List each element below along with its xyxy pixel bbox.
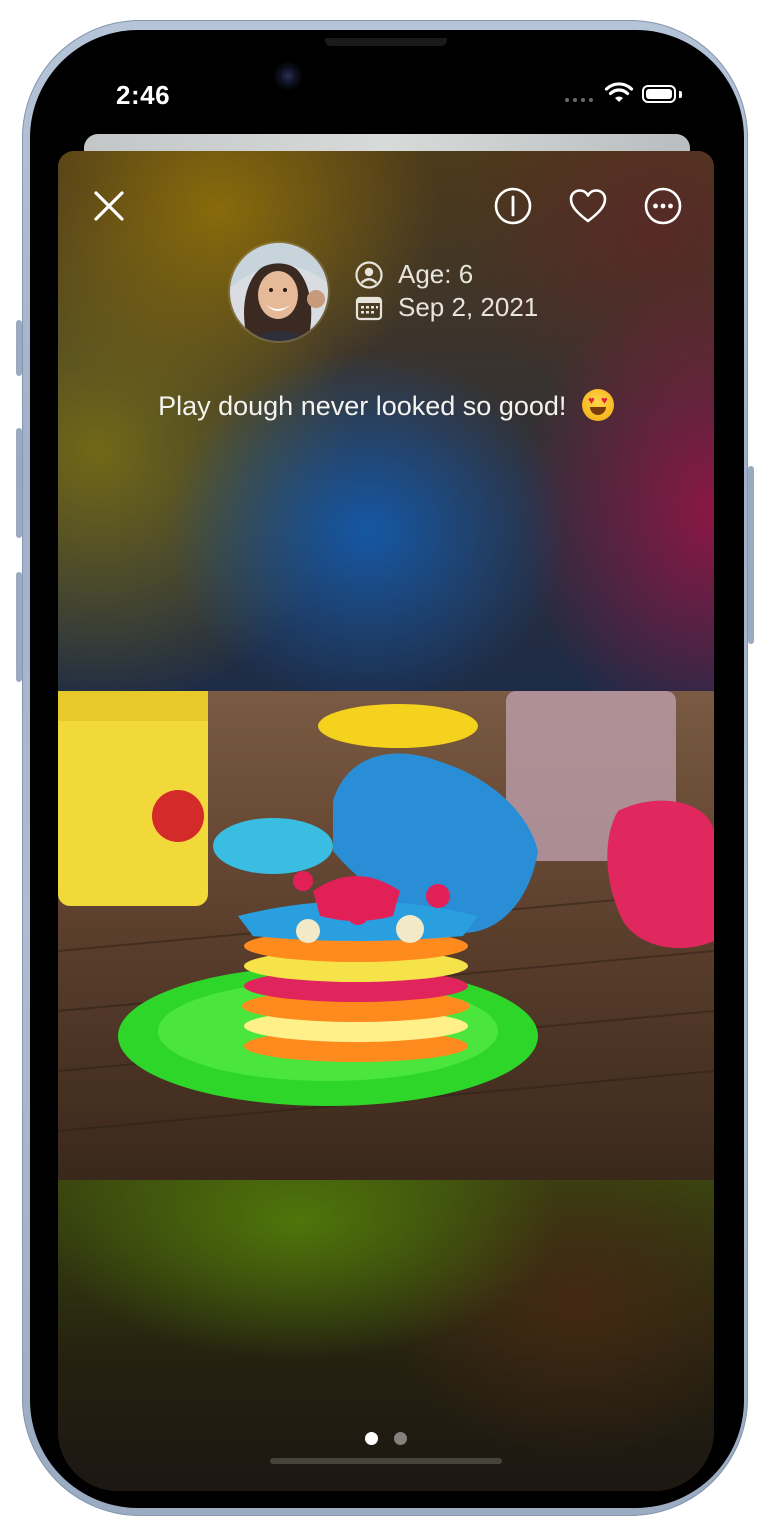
heart-icon (569, 189, 607, 223)
cellular-signal-icon (565, 98, 593, 102)
more-options-icon (644, 187, 682, 225)
age-label: Age: 6 (398, 259, 474, 289)
more-options-button[interactable] (642, 185, 684, 227)
volume-down-button (16, 572, 22, 682)
post-caption: Play dough never looked so good! ♥ ♥ (58, 389, 714, 422)
person-icon (354, 260, 384, 290)
info-button[interactable] (492, 185, 534, 227)
page-dot-2[interactable] (394, 1432, 407, 1445)
close-icon (94, 191, 124, 221)
page-indicator[interactable] (58, 1432, 714, 1445)
volume-up-button (16, 428, 22, 538)
action-button (16, 320, 22, 376)
wifi-icon (604, 82, 634, 109)
child-avatar (230, 243, 328, 341)
age-row: Age: 6 (354, 259, 473, 290)
side-power-button (748, 466, 754, 644)
info-icon (494, 187, 532, 225)
caption-text: Play dough never looked so good! (158, 391, 567, 421)
battery-icon (642, 85, 676, 103)
heart-eyes-emoji-icon: ♥ ♥ (581, 389, 614, 421)
battery-cap (679, 91, 682, 98)
date-row: Sep 2, 2021 (354, 292, 538, 323)
status-bar: 2:46 (38, 38, 736, 128)
close-button[interactable] (88, 185, 130, 227)
home-indicator[interactable] (270, 1458, 502, 1464)
status-time: 2:46 (116, 80, 171, 110)
memory-detail-sheet: Age: 6 Sep 2, 2021 Play dough never look… (58, 151, 714, 1491)
screen: 2:46 Age: 6 Sep 2, 2021 Play dough never… (38, 38, 736, 1500)
post-photo[interactable] (58, 691, 714, 1180)
favorite-button[interactable] (567, 185, 609, 227)
calendar-icon (354, 293, 384, 323)
date-label: Sep 2, 2021 (398, 292, 539, 322)
page-dot-1[interactable] (365, 1432, 378, 1445)
